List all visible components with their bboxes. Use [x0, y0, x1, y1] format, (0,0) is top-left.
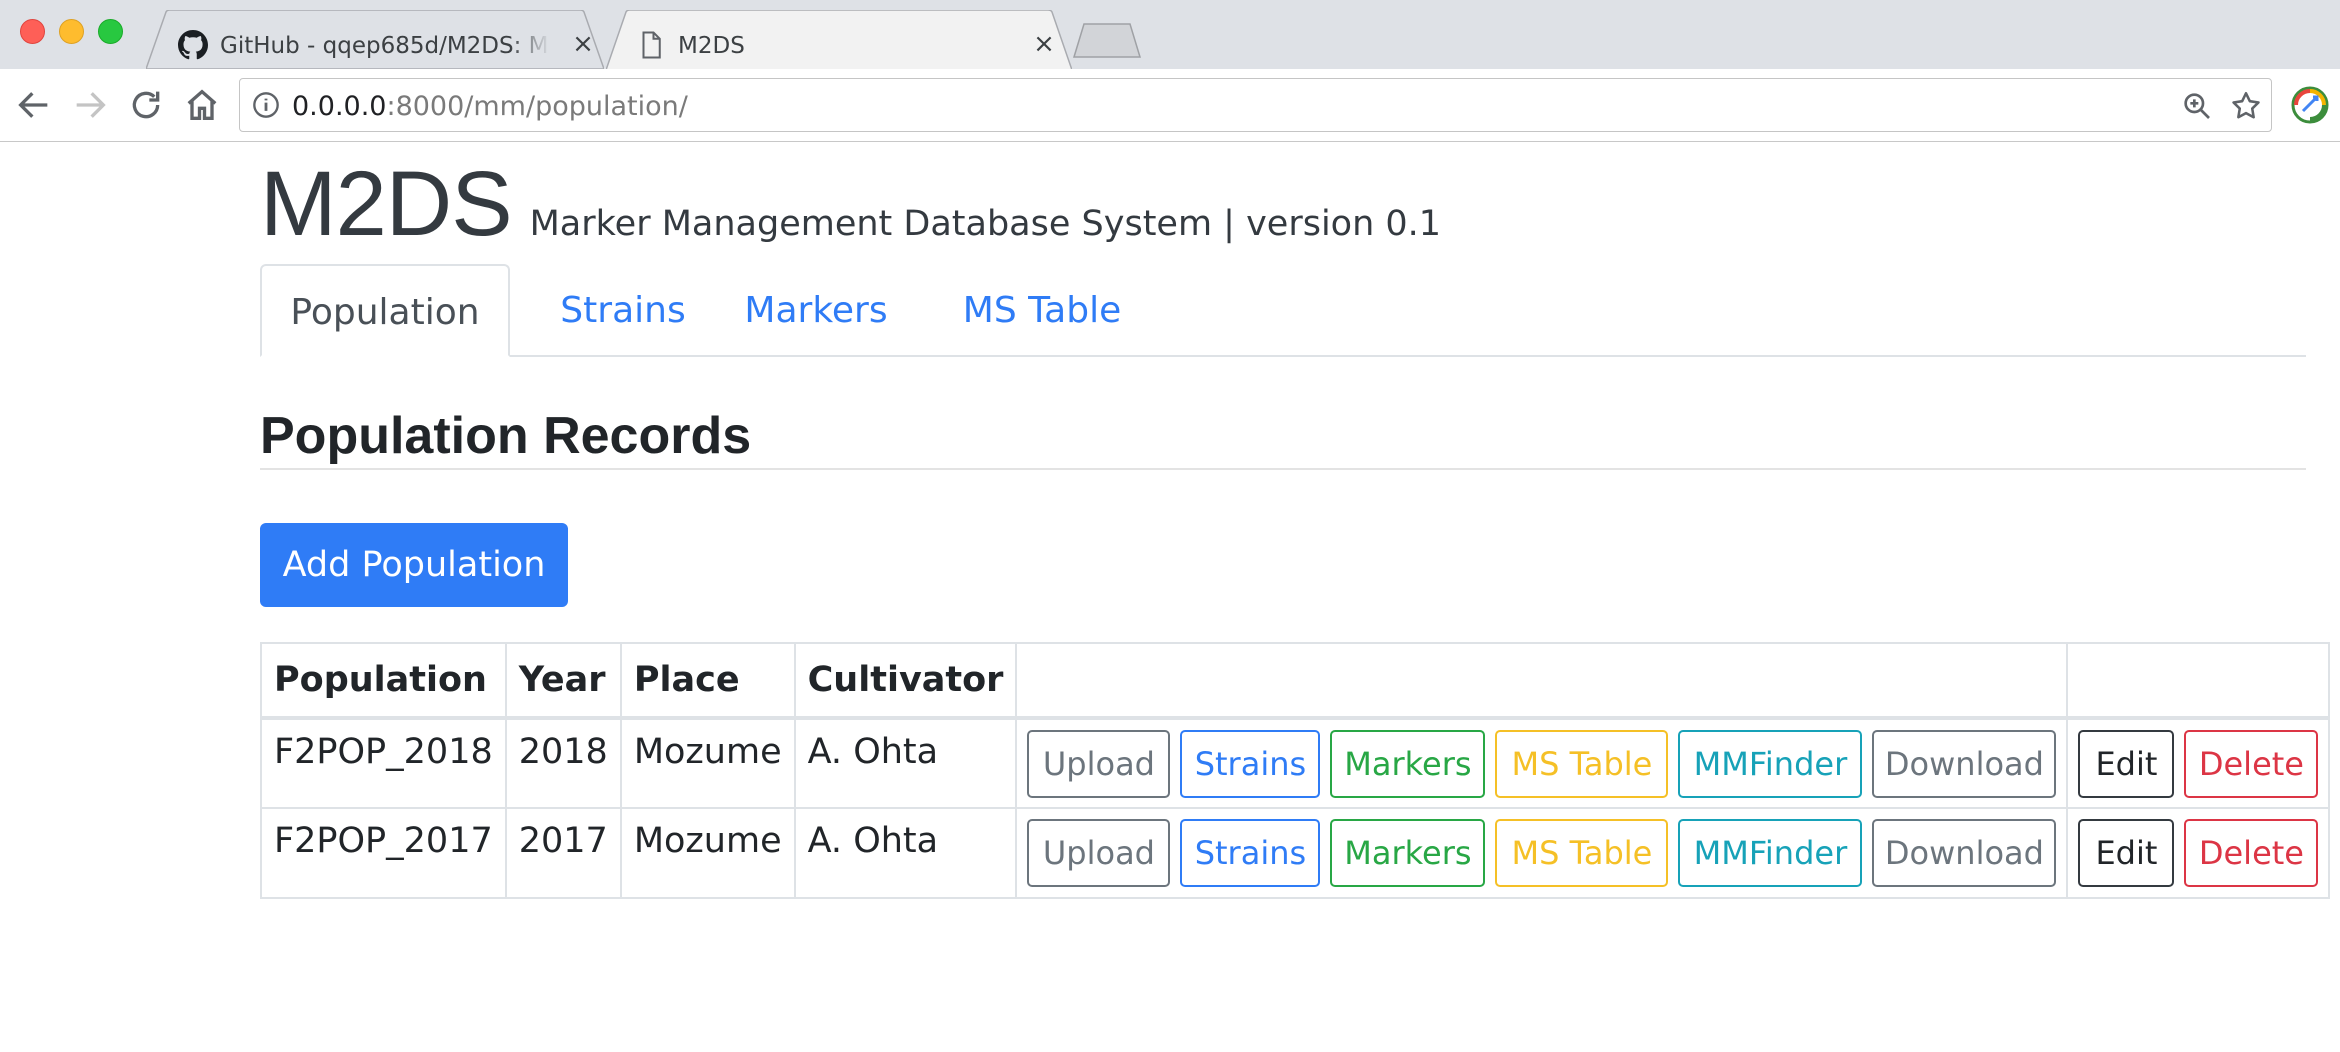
- browser-tab-strip: GitHub - qqep685d/M2DS: Marker Managemen…: [0, 0, 2340, 69]
- page-content: M2DS Marker Management Database System | …: [0, 142, 2340, 1052]
- cell-population: F2POP_2017: [260, 807, 507, 899]
- strains-button[interactable]: Strains: [1180, 819, 1321, 887]
- cell-population: F2POP_2018: [260, 717, 507, 809]
- tab-ms-table[interactable]: MS Table: [942, 264, 1142, 357]
- add-population-button[interactable]: Add Population: [260, 523, 568, 607]
- edit-button[interactable]: Edit: [2078, 819, 2175, 887]
- reload-icon[interactable]: [126, 85, 166, 125]
- address-bar[interactable]: 0.0.0.0:8000/mm/population/: [239, 78, 2272, 132]
- bookmark-star-icon[interactable]: [2229, 89, 2263, 123]
- forward-arrow-icon[interactable]: [70, 85, 110, 125]
- column-header-cultivator: Cultivator: [793, 642, 1018, 720]
- cell-year: 2017: [504, 807, 622, 899]
- browser-toolbar: 0.0.0.0:8000/mm/population/: [0, 69, 2340, 142]
- title-divider: [260, 468, 2306, 470]
- strains-button[interactable]: Strains: [1180, 730, 1321, 798]
- mmfinder-button[interactable]: MMFinder: [1678, 819, 1863, 887]
- column-header-edit: [2066, 642, 2331, 720]
- zoom-icon[interactable]: [2181, 90, 2213, 122]
- site-logo[interactable]: M2DS: [260, 152, 513, 257]
- cell-cultivator: A. Ohta: [793, 807, 1018, 899]
- column-header-actions: [1015, 642, 2069, 720]
- table-row: F2POP_2018 2018 Mozume A. Ohta Upload Str…: [260, 717, 2331, 809]
- window-zoom-button[interactable]: [98, 19, 123, 44]
- tab-close-icon[interactable]: ×: [1031, 31, 1057, 57]
- cell-cultivator: A. Ohta: [793, 717, 1018, 809]
- extension-icon[interactable]: [2291, 86, 2329, 124]
- ms-table-button[interactable]: MS Table: [1495, 730, 1669, 798]
- nav-tabs: Population Strains Markers MS Table: [260, 264, 2306, 357]
- page-title: Population Records: [260, 407, 752, 465]
- population-table: Population Year Place Cultivator F2POP_2…: [260, 642, 2331, 899]
- tab-markers[interactable]: Markers: [722, 264, 910, 357]
- browser-tab-github[interactable]: GitHub - qqep685d/M2DS: Marker Managemen…: [146, 10, 604, 69]
- upload-button[interactable]: Upload: [1027, 819, 1171, 887]
- cell-edit-delete: Edit Delete: [2066, 717, 2331, 809]
- cell-place: Mozume: [619, 717, 796, 809]
- ms-table-button[interactable]: MS Table: [1495, 819, 1669, 887]
- browser-tab-m2ds[interactable]: M2DS ×: [606, 10, 1072, 69]
- tab-title: GitHub - qqep685d/M2DS: Marker Managemen…: [220, 33, 550, 59]
- back-arrow-icon[interactable]: [14, 85, 54, 125]
- url-text[interactable]: 0.0.0.0:8000/mm/population/: [292, 91, 688, 122]
- tab-close-icon[interactable]: ×: [570, 31, 596, 57]
- column-header-year: Year: [504, 642, 622, 720]
- table-header-row: Population Year Place Cultivator: [260, 642, 2331, 720]
- site-subtitle: Marker Management Database System | vers…: [529, 204, 1442, 244]
- download-button[interactable]: Download: [1872, 730, 2057, 798]
- delete-button[interactable]: Delete: [2184, 730, 2319, 798]
- window-minimize-button[interactable]: [59, 19, 84, 44]
- tab-strains[interactable]: Strains: [548, 264, 698, 357]
- column-header-place: Place: [619, 642, 796, 720]
- column-header-population: Population: [260, 642, 507, 720]
- cell-year: 2018: [504, 717, 622, 809]
- tab-title: M2DS: [678, 33, 745, 59]
- github-icon: [178, 30, 208, 60]
- table-row: F2POP_2017 2017 Mozume A. Ohta Upload Str…: [260, 807, 2331, 899]
- delete-button[interactable]: Delete: [2184, 819, 2319, 887]
- url-path: :8000/mm/population/: [386, 91, 688, 122]
- info-icon[interactable]: [252, 91, 280, 119]
- site-header: M2DS Marker Management Database System | …: [260, 152, 1441, 257]
- document-icon: [642, 31, 661, 59]
- cell-edit-delete: Edit Delete: [2066, 807, 2331, 899]
- cell-place: Mozume: [619, 807, 796, 899]
- mmfinder-button[interactable]: MMFinder: [1678, 730, 1863, 798]
- tab-shape: [606, 10, 1072, 69]
- tab-population[interactable]: Population: [260, 264, 510, 357]
- cell-actions: Upload Strains Markers MS Table MMFinder Down…: [1015, 807, 2069, 899]
- upload-button[interactable]: Upload: [1027, 730, 1171, 798]
- new-tab-button[interactable]: [1072, 22, 1142, 58]
- edit-button[interactable]: Edit: [2078, 730, 2175, 798]
- markers-button[interactable]: Markers: [1330, 819, 1486, 887]
- cell-actions: Upload Strains Markers MS Table MMFinder Down…: [1015, 717, 2069, 809]
- window-close-button[interactable]: [20, 19, 45, 44]
- markers-button[interactable]: Markers: [1330, 730, 1486, 798]
- download-button[interactable]: Download: [1872, 819, 2057, 887]
- url-host: 0.0.0.0: [292, 91, 387, 122]
- home-icon[interactable]: [182, 85, 222, 125]
